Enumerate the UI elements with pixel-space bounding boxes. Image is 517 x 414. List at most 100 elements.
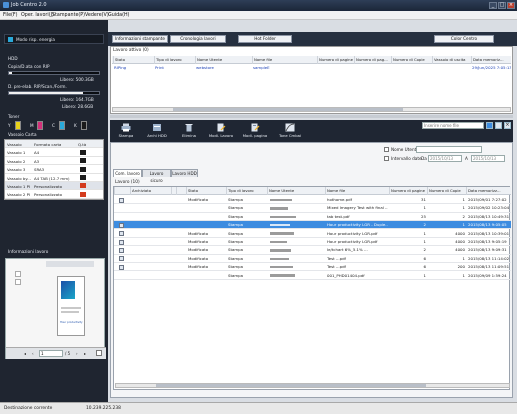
table-row[interactable]: Modificato Stampa hothome.pdf 31 1 2015/09/01…	[114, 196, 511, 205]
prev-page-thumb-icon-2[interactable]	[15, 279, 21, 285]
active-col-copies[interactable]: Numero di Copie	[391, 56, 431, 64]
hist-col-date[interactable]: Data memorizz...	[466, 187, 511, 195]
tray-row[interactable]: Vassoio 1 PI Personalizzato	[5, 181, 103, 191]
hist-col-pages[interactable]: Numero di pagine	[389, 187, 427, 195]
menu-jobs[interactable]: Oper. lavori(J)	[21, 13, 54, 18]
edit-page-button[interactable]: Modi. pagina	[240, 122, 270, 140]
tray-row[interactable]: Vassoio 3 SRA3	[5, 165, 103, 174]
toner-label: C	[52, 123, 55, 128]
prev-page-thumb-icon[interactable]	[15, 271, 21, 277]
last-page-icon[interactable]: ▸	[84, 351, 86, 356]
job-pages: 1	[423, 205, 426, 211]
minimize-button[interactable]: _	[489, 2, 497, 9]
table-row[interactable]: Modificato Stampa Hour productivity LGR.pd…	[114, 230, 511, 238]
hist-col-b[interactable]	[176, 187, 186, 195]
active-col-date[interactable]: Data memoriz...	[471, 56, 511, 64]
job-type: Stampa	[228, 247, 244, 253]
table-row[interactable]: Stampa tab test.pdf 25 2 2015/08/13 10:49:31	[114, 213, 511, 221]
print-button[interactable]: Stampa	[111, 122, 141, 140]
hist-col-type[interactable]: Tipo di lavoro	[226, 187, 267, 195]
job-file: Hour productivity LGR - Duple...	[327, 222, 388, 228]
printer-info-button[interactable]: Informazioni stampante	[112, 35, 168, 43]
job-copies: 1	[462, 255, 465, 261]
tray-row[interactable]: Vassoio 2 A3	[5, 157, 103, 166]
hist-col-user[interactable]: Nome Utente	[267, 187, 325, 195]
active-col-status[interactable]: Stato	[113, 56, 153, 64]
table-row[interactable]: Modificato Stampa Test ...pdf 6 1 2015/08/13 …	[114, 255, 511, 263]
menu-bar: File(F) Oper. lavori(J) Stampante(P) Ved…	[0, 11, 517, 20]
hist-col-copies[interactable]: Numero di Copie	[427, 187, 466, 195]
clear-search-icon[interactable]: ×	[504, 122, 511, 129]
job-date: 2015/08/13 9:09:31	[468, 247, 507, 253]
job-copies: 1	[462, 272, 465, 278]
tray-size: A4	[34, 150, 40, 156]
splitter[interactable]	[110, 115, 513, 118]
tray-size: Personalizzato	[34, 192, 62, 198]
job-type: Stampa	[228, 272, 244, 278]
user-filter-input[interactable]	[416, 146, 482, 153]
active-col-pages[interactable]: Numero di pagine	[317, 56, 353, 64]
menu-help[interactable]: Guida(H)	[108, 13, 129, 18]
prev-page-icon[interactable]: ‹	[32, 351, 34, 356]
active-job-row[interactable]: RIPing Print webstore sampleE 29/Jun/202…	[112, 64, 511, 72]
archive-hdd-button[interactable]: Archi HDD	[142, 122, 172, 140]
tray-qty-icon	[80, 183, 86, 189]
job-status: Modificato	[188, 230, 209, 236]
page-number-input[interactable]	[39, 350, 63, 357]
edit-job-button[interactable]: Modi. Lavoro	[206, 122, 236, 140]
active-col-pages2[interactable]: Numero di pag...	[354, 56, 390, 64]
job-history-button[interactable]: Cronologia lavori	[170, 35, 226, 43]
hot-folder-button[interactable]: Hot Folder	[238, 35, 292, 43]
delete-label: Elimina	[182, 133, 196, 138]
active-col-file[interactable]: Nome file	[252, 56, 316, 64]
zoom-icon[interactable]	[96, 350, 102, 356]
edit-page-label: Modi. pagina	[242, 133, 268, 138]
color-centro-button[interactable]: Color Centro	[434, 35, 494, 43]
tray-row[interactable]: Vassoio 2 PI Personalizzato	[5, 190, 103, 199]
table-row[interactable]: Stampa Mixed Imagery Test with final ... 1…	[114, 204, 511, 213]
search-icon[interactable]	[486, 122, 493, 129]
history-scrollbar[interactable]	[115, 383, 510, 388]
hist-col-file[interactable]: Nome file	[325, 187, 389, 195]
tone-curve-button[interactable]: Tone Cmbai	[275, 122, 305, 140]
table-row[interactable]: Modificato Stampa Ie/tchart 6%_5.1% ... 2 40…	[114, 246, 511, 255]
table-row[interactable]: Modificato Stampa Hour productivity LGR.pd…	[114, 238, 511, 247]
tab-hdd-job[interactable]: Lavoro HDD	[171, 169, 198, 177]
date-filter-checkbox[interactable]	[384, 156, 389, 161]
job-copies: 2	[462, 213, 465, 219]
hdd-scan-meter	[8, 91, 100, 95]
menu-file[interactable]: File(F)	[3, 13, 18, 18]
active-col-tray[interactable]: Vassoio di uscita	[432, 56, 470, 64]
table-row[interactable]: Modificato Stampa Test ...pdf 6 200 2015/08/1…	[114, 263, 511, 272]
job-user-redacted	[270, 230, 295, 238]
menu-view[interactable]: Vedere(V)	[85, 13, 109, 18]
search-input[interactable]	[422, 122, 484, 129]
active-col-type[interactable]: Tipo di lavoro	[154, 56, 194, 64]
menu-printer[interactable]: Stampante(P)	[52, 13, 85, 18]
tab-job-history[interactable]: Com. lavoro	[113, 169, 142, 177]
user-filter-checkbox[interactable]	[384, 147, 389, 152]
advanced-search-icon[interactable]	[495, 122, 502, 129]
next-page-icon[interactable]: ›	[76, 351, 78, 356]
status-value: 10.239.225.238	[86, 406, 121, 411]
active-col-user[interactable]: Nome Utente	[195, 56, 251, 64]
tray-row[interactable]: Vassoio 1 A4	[5, 148, 103, 157]
tray-row[interactable]: Vassoio by... A4 TAB (12.7 mm)	[5, 174, 103, 182]
date-from-input[interactable]	[428, 155, 462, 162]
first-page-icon[interactable]: ◂	[24, 351, 26, 356]
hist-col-archived[interactable]: Archiviato	[130, 187, 171, 195]
hist-col-icon[interactable]	[114, 187, 130, 195]
table-row[interactable]: Stampa 001_PHD01404.pdf 1 1 2015/09/09 1:59:…	[114, 272, 511, 280]
delete-button[interactable]: Elimina	[174, 122, 204, 140]
job-type: Stampa	[228, 213, 244, 219]
close-button[interactable]: ×	[507, 2, 515, 9]
job-file: Test ...pdf	[327, 255, 346, 261]
hist-col-status[interactable]: Stato	[186, 187, 226, 195]
tray-size: Personalizzato	[34, 183, 62, 189]
maximize-button[interactable]: □	[498, 2, 506, 9]
active-jobs-scrollbar[interactable]	[112, 107, 511, 112]
history-title: Lavoro (10)	[115, 180, 140, 185]
tab-secure-job[interactable]: Lavoro sicuro	[142, 169, 171, 183]
date-to-input[interactable]	[471, 155, 505, 162]
table-row[interactable]: Stampa Hour productivity LGR - Duple... 2 1…	[114, 221, 511, 230]
